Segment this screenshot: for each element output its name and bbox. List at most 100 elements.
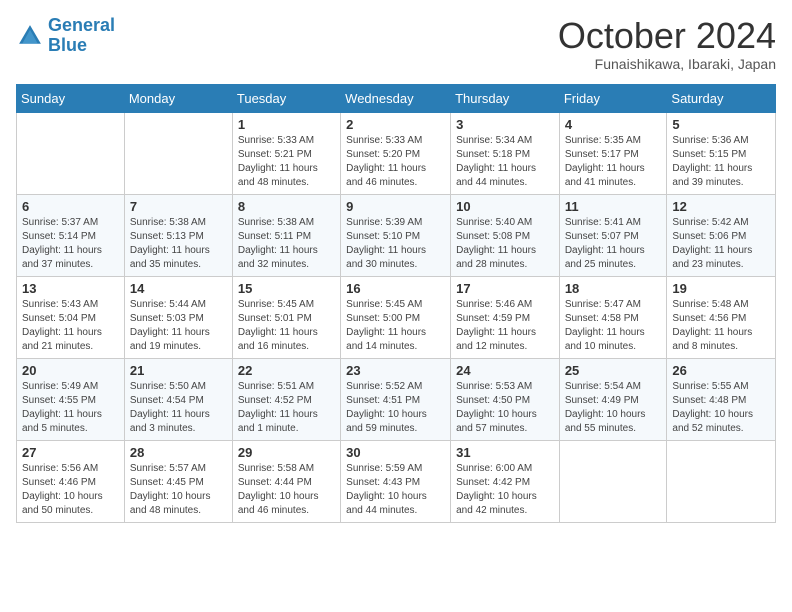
calendar-cell: 31Sunrise: 6:00 AM Sunset: 4:42 PM Dayli… [451,440,560,522]
day-number: 24 [456,363,554,378]
day-detail: Sunrise: 5:41 AM Sunset: 5:07 PM Dayligh… [565,216,662,272]
day-detail: Sunrise: 5:51 AM Sunset: 4:52 PM Dayligh… [238,380,335,436]
day-detail: Sunrise: 5:35 AM Sunset: 5:17 PM Dayligh… [565,134,662,190]
calendar-cell: 4 Sunrise: 5:35 AM Sunset: 5:17 PM Daylig… [559,112,667,194]
day-number: 30 [346,445,445,460]
calendar-cell: 26Sunrise: 5:55 AM Sunset: 4:48 PM Dayli… [667,358,776,440]
day-detail: Sunrise: 5:34 AM Sunset: 5:18 PM Dayligh… [456,134,554,190]
calendar-cell: 29 Sunrise: 5:58 AM Sunset: 4:44 PM Dayli… [232,440,340,522]
calendar-cell [559,440,667,522]
day-number: 18 [565,281,662,296]
day-detail: Sunrise: 5:56 AM Sunset: 4:46 PM Dayligh… [22,462,119,518]
weekday-header-monday: Monday [124,84,232,112]
logo: General Blue [16,16,115,56]
day-number: 26 [672,363,770,378]
calendar-cell: 21Sunrise: 5:50 AM Sunset: 4:54 PM Dayli… [124,358,232,440]
calendar-cell: 22 Sunrise: 5:51 AM Sunset: 4:52 PM Dayli… [232,358,340,440]
calendar-cell: 1Sunrise: 5:33 AM Sunset: 5:21 PM Daylig… [232,112,340,194]
calendar-cell: 8 Sunrise: 5:38 AM Sunset: 5:11 PM Daylig… [232,194,340,276]
calendar-cell [667,440,776,522]
day-detail: Sunrise: 6:00 AM Sunset: 4:42 PM Dayligh… [456,462,554,518]
calendar-cell: 20Sunrise: 5:49 AM Sunset: 4:55 PM Dayli… [17,358,125,440]
day-detail: Sunrise: 5:36 AM Sunset: 5:15 PM Dayligh… [672,134,770,190]
day-number: 27 [22,445,119,460]
calendar-cell: 27 Sunrise: 5:56 AM Sunset: 4:46 PM Dayli… [17,440,125,522]
day-detail: Sunrise: 5:58 AM Sunset: 4:44 PM Dayligh… [238,462,335,518]
calendar-cell: 12 Sunrise: 5:42 AM Sunset: 5:06 PM Dayli… [667,194,776,276]
calendar-cell [124,112,232,194]
day-detail: Sunrise: 5:45 AM Sunset: 5:00 PM Dayligh… [346,298,445,354]
day-detail: Sunrise: 5:46 AM Sunset: 4:59 PM Dayligh… [456,298,554,354]
day-number: 1 [238,117,335,132]
calendar-cell: 13Sunrise: 5:43 AM Sunset: 5:04 PM Dayli… [17,276,125,358]
day-detail: Sunrise: 5:59 AM Sunset: 4:43 PM Dayligh… [346,462,445,518]
calendar-week-3: 13Sunrise: 5:43 AM Sunset: 5:04 PM Dayli… [17,276,776,358]
weekday-header-sunday: Sunday [17,84,125,112]
calendar-cell: 16 Sunrise: 5:45 AM Sunset: 5:00 PM Dayli… [341,276,451,358]
day-detail: Sunrise: 5:33 AM Sunset: 5:20 PM Dayligh… [346,134,445,190]
title-block: October 2024 Funaishikawa, Ibaraki, Japa… [558,16,776,72]
calendar-cell [17,112,125,194]
day-detail: Sunrise: 5:43 AM Sunset: 5:04 PM Dayligh… [22,298,119,354]
day-number: 2 [346,117,445,132]
calendar-cell: 2 Sunrise: 5:33 AM Sunset: 5:20 PM Daylig… [341,112,451,194]
month-title: October 2024 [558,16,776,56]
day-detail: Sunrise: 5:53 AM Sunset: 4:50 PM Dayligh… [456,380,554,436]
day-number: 11 [565,199,662,214]
day-detail: Sunrise: 5:44 AM Sunset: 5:03 PM Dayligh… [130,298,227,354]
calendar-cell: 30 Sunrise: 5:59 AM Sunset: 4:43 PM Dayli… [341,440,451,522]
day-number: 9 [346,199,445,214]
logo-text: General Blue [48,16,115,56]
day-number: 14 [130,281,227,296]
calendar-cell: 23Sunrise: 5:52 AM Sunset: 4:51 PM Dayli… [341,358,451,440]
day-number: 29 [238,445,335,460]
day-number: 8 [238,199,335,214]
calendar-cell: 3 Sunrise: 5:34 AM Sunset: 5:18 PM Daylig… [451,112,560,194]
day-number: 4 [565,117,662,132]
weekday-header-saturday: Saturday [667,84,776,112]
day-detail: Sunrise: 5:40 AM Sunset: 5:08 PM Dayligh… [456,216,554,272]
calendar-table: SundayMondayTuesdayWednesdayThursdayFrid… [16,84,776,523]
weekday-header-tuesday: Tuesday [232,84,340,112]
location: Funaishikawa, Ibaraki, Japan [558,56,776,72]
day-detail: Sunrise: 5:38 AM Sunset: 5:11 PM Dayligh… [238,216,335,272]
calendar-week-5: 27 Sunrise: 5:56 AM Sunset: 4:46 PM Dayli… [17,440,776,522]
calendar-cell: 5 Sunrise: 5:36 AM Sunset: 5:15 PM Daylig… [667,112,776,194]
calendar-cell: 18 Sunrise: 5:47 AM Sunset: 4:58 PM Dayli… [559,276,667,358]
day-number: 3 [456,117,554,132]
calendar-cell: 9 Sunrise: 5:39 AM Sunset: 5:10 PM Daylig… [341,194,451,276]
calendar-week-1: 1Sunrise: 5:33 AM Sunset: 5:21 PM Daylig… [17,112,776,194]
calendar-cell: 17 Sunrise: 5:46 AM Sunset: 4:59 PM Dayli… [451,276,560,358]
calendar-cell: 11 Sunrise: 5:41 AM Sunset: 5:07 PM Dayli… [559,194,667,276]
calendar-week-2: 6Sunrise: 5:37 AM Sunset: 5:14 PM Daylig… [17,194,776,276]
day-number: 16 [346,281,445,296]
day-detail: Sunrise: 5:47 AM Sunset: 4:58 PM Dayligh… [565,298,662,354]
day-detail: Sunrise: 5:54 AM Sunset: 4:49 PM Dayligh… [565,380,662,436]
day-detail: Sunrise: 5:45 AM Sunset: 5:01 PM Dayligh… [238,298,335,354]
day-detail: Sunrise: 5:48 AM Sunset: 4:56 PM Dayligh… [672,298,770,354]
calendar-cell: 14 Sunrise: 5:44 AM Sunset: 5:03 PM Dayli… [124,276,232,358]
weekday-header-friday: Friday [559,84,667,112]
day-number: 25 [565,363,662,378]
day-detail: Sunrise: 5:39 AM Sunset: 5:10 PM Dayligh… [346,216,445,272]
calendar-header: SundayMondayTuesdayWednesdayThursdayFrid… [17,84,776,112]
day-number: 17 [456,281,554,296]
day-detail: Sunrise: 5:42 AM Sunset: 5:06 PM Dayligh… [672,216,770,272]
day-detail: Sunrise: 5:37 AM Sunset: 5:14 PM Dayligh… [22,216,119,272]
day-detail: Sunrise: 5:49 AM Sunset: 4:55 PM Dayligh… [22,380,119,436]
day-detail: Sunrise: 5:38 AM Sunset: 5:13 PM Dayligh… [130,216,227,272]
day-number: 5 [672,117,770,132]
page-header: General Blue October 2024 Funaishikawa, … [16,16,776,72]
calendar-cell: 19Sunrise: 5:48 AM Sunset: 4:56 PM Dayli… [667,276,776,358]
day-number: 12 [672,199,770,214]
calendar-cell: 25 Sunrise: 5:54 AM Sunset: 4:49 PM Dayli… [559,358,667,440]
calendar-cell: 7Sunrise: 5:38 AM Sunset: 5:13 PM Daylig… [124,194,232,276]
calendar-cell: 15Sunrise: 5:45 AM Sunset: 5:01 PM Dayli… [232,276,340,358]
day-number: 23 [346,363,445,378]
weekday-header-thursday: Thursday [451,84,560,112]
day-detail: Sunrise: 5:50 AM Sunset: 4:54 PM Dayligh… [130,380,227,436]
day-number: 22 [238,363,335,378]
calendar-cell: 24 Sunrise: 5:53 AM Sunset: 4:50 PM Dayli… [451,358,560,440]
day-number: 10 [456,199,554,214]
logo-icon [16,22,44,50]
